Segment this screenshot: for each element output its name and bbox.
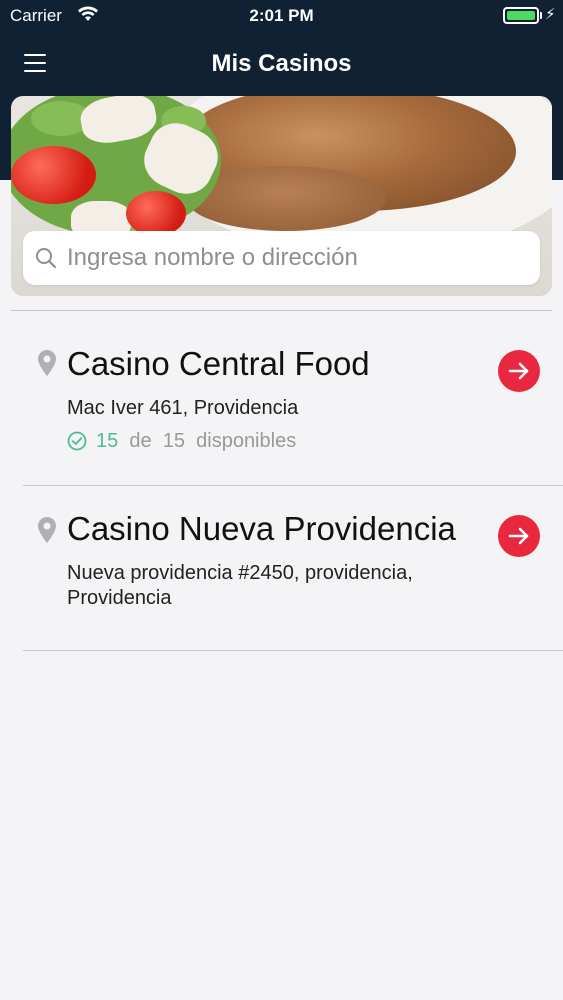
status-bar: Carrier 2:01 PM ⚡︎ <box>0 0 563 32</box>
casino-list-item[interactable]: Casino Central Food Mac Iver 461, Provid… <box>0 312 563 486</box>
search-input[interactable] <box>67 231 527 285</box>
location-pin-icon <box>38 350 56 376</box>
battery-icon <box>503 7 539 24</box>
battery-level <box>507 11 535 20</box>
search-field[interactable] <box>23 231 540 285</box>
availability-of: de <box>129 430 152 452</box>
divider <box>23 650 563 651</box>
page-title: Mis Casinos <box>211 50 352 77</box>
available-total: 15 <box>162 430 185 452</box>
casino-name: Casino Nueva Providencia <box>67 510 456 547</box>
divider <box>11 310 552 311</box>
open-casino-button[interactable] <box>498 515 540 557</box>
availability-text: 15 de 15 disponibles <box>96 430 296 453</box>
casino-name: Casino Central Food <box>67 345 370 382</box>
check-circle-icon <box>67 431 87 451</box>
status-time: 2:01 PM <box>249 6 314 25</box>
search-icon <box>36 248 57 269</box>
arrow-right-icon <box>508 527 529 545</box>
open-casino-button[interactable] <box>498 350 540 392</box>
casino-list-item[interactable]: Casino Nueva Providencia Nueva providenc… <box>0 487 563 650</box>
location-pin-icon <box>38 517 56 543</box>
charging-bolt-icon: ⚡︎ <box>545 6 556 23</box>
availability-label: disponibles <box>196 430 297 452</box>
arrow-right-icon <box>508 362 529 380</box>
casino-address: Mac Iver 461, Providencia <box>67 397 299 419</box>
casino-address: Nueva providencia #2450, providencia, Pr… <box>67 562 413 609</box>
battery-tip <box>540 12 542 19</box>
available-count: 15 <box>96 430 119 452</box>
divider <box>23 485 563 486</box>
